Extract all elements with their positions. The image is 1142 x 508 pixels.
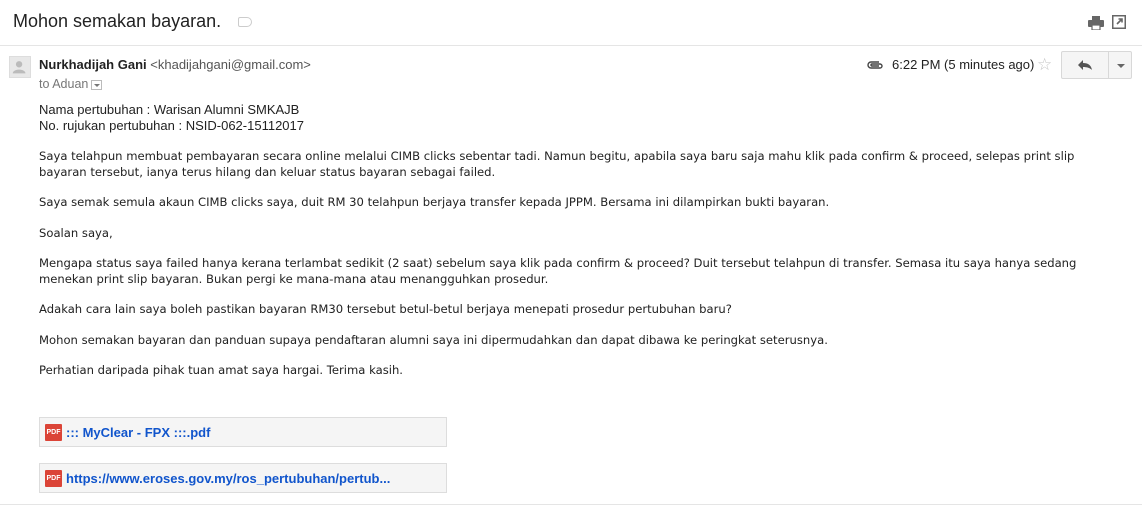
more-options-button[interactable] [1108, 51, 1132, 79]
attachment-chip[interactable]: PDF ::: MyClear - FPX :::.pdf [39, 417, 447, 447]
recipient-line: to Aduan [39, 77, 103, 91]
reply-icon [1078, 60, 1092, 70]
subject-row: Mohon semakan bayaran. [0, 0, 1142, 46]
body-paragraph: Mengapa status saya failed hanya kerana … [39, 256, 1077, 286]
sender-name[interactable]: Nurkhadijah Gani [39, 57, 147, 72]
attachment-chip[interactable]: PDF https://www.eroses.gov.my/ros_pertub… [39, 463, 447, 493]
body-paragraph: Saya semak semula akaun CIMB clicks saya… [39, 195, 830, 209]
org-name-line: Nama pertubuhan : Warisan Alumni SMKAJB [39, 102, 300, 117]
reply-button[interactable] [1061, 51, 1109, 79]
recipient-label: to Aduan [39, 77, 89, 91]
email-subject: Mohon semakan bayaran. [13, 11, 222, 31]
email-date: 6:22 PM (5 minutes ago) [892, 57, 1035, 72]
sender-line: Nurkhadijah Gani <khadijahgani@gmail.com… [39, 57, 311, 72]
body-paragraph: Saya telahpun membuat pembayaran secara … [39, 149, 1075, 179]
pdf-icon: PDF [45, 424, 62, 441]
attachment-name[interactable]: https://www.eroses.gov.my/ros_pertubuhan… [66, 471, 390, 486]
new-window-icon[interactable] [1112, 15, 1126, 29]
body-paragraph: Mohon semakan bayaran dan panduan supaya… [39, 332, 828, 347]
recipient-details-dropdown-icon[interactable] [91, 79, 103, 90]
label-tag-icon[interactable] [238, 17, 252, 27]
email-body: Nama pertubuhan : Warisan Alumni SMKAJB … [39, 102, 1124, 379]
print-icon[interactable] [1088, 16, 1104, 30]
sender-email: <khadijahgani@gmail.com> [150, 57, 311, 72]
star-icon[interactable]: ☆ [1037, 55, 1052, 75]
body-paragraph: Soalan saya, [39, 225, 113, 240]
org-ref-line: No. rujukan pertubuhan : NSID-062-151120… [39, 118, 304, 133]
body-paragraph: Perhatian daripada pihak tuan amat saya … [39, 363, 403, 377]
divider [0, 504, 1142, 505]
pdf-icon: PDF [45, 470, 62, 487]
body-paragraph: Adakah cara lain saya boleh pastikan bay… [39, 302, 732, 316]
paperclip-icon [867, 61, 883, 69]
avatar[interactable] [9, 56, 31, 78]
attachment-name[interactable]: ::: MyClear - FPX :::.pdf [66, 425, 210, 440]
